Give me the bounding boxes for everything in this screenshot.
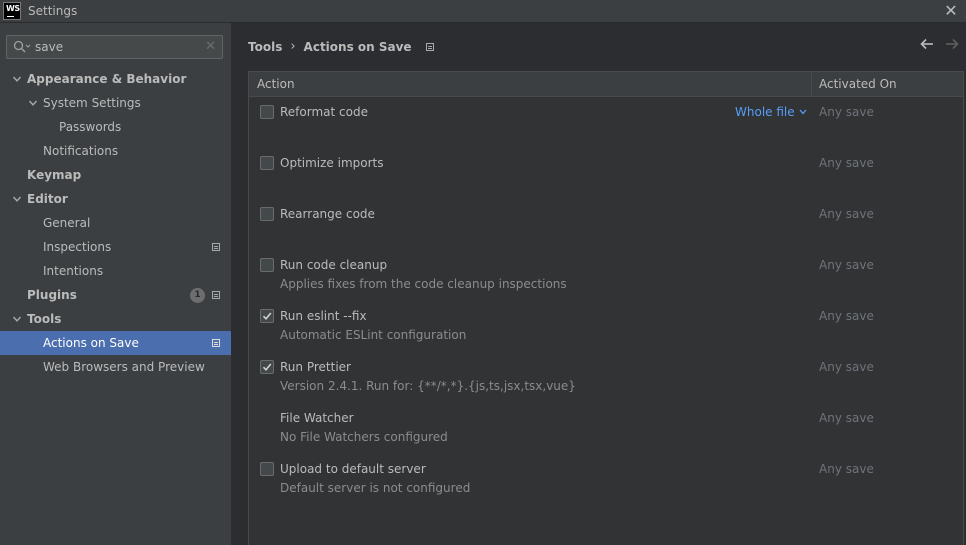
activated-on-value[interactable]: Any save <box>819 360 874 374</box>
sidebar-item-label: Plugins <box>27 288 77 302</box>
table-row: Run Prettier Version 2.4.1. Run for: {**/… <box>249 352 963 403</box>
sidebar-item-label: Appearance & Behavior <box>27 72 187 86</box>
action-title[interactable]: Rearrange code <box>280 207 375 221</box>
page-icon <box>212 339 220 347</box>
title-bar: WS Settings ✕ <box>0 0 966 23</box>
table-row: File Watcher No File Watchers configured A… <box>249 403 963 454</box>
arrow-right-icon[interactable] <box>945 38 959 53</box>
sidebar-item-appearance-behavior[interactable]: Appearance & Behavior <box>0 67 231 91</box>
sidebar-item-passwords[interactable]: Passwords <box>0 115 231 139</box>
activated-on-value[interactable]: Any save <box>819 258 874 272</box>
sidebar-item-label: General <box>43 216 91 230</box>
action-description: Applies fixes from the code cleanup insp… <box>280 277 567 291</box>
activated-on-value[interactable]: Any save <box>819 462 874 476</box>
search-icon <box>13 40 31 54</box>
checkbox-reformat-code[interactable] <box>260 105 274 119</box>
checkmark-icon <box>262 312 272 321</box>
sidebar-item-label: Tools <box>27 312 62 326</box>
checkbox-run-eslint-fix[interactable] <box>260 309 274 323</box>
actions-table: Action Activated On Reformat code Whole f… <box>248 71 964 545</box>
webstorm-logo-icon: WS <box>3 2 21 20</box>
sidebar-item-inspections[interactable]: Inspections <box>0 235 231 259</box>
table-row: Reformat code Whole file Any save <box>249 97 963 148</box>
page-icon <box>212 291 220 299</box>
action-description: Automatic ESLint configuration <box>280 328 467 342</box>
breadcrumb: Tools › Actions on Save <box>248 39 434 54</box>
sidebar-item-label: Keymap <box>27 168 82 182</box>
breadcrumb-parent[interactable]: Tools <box>248 40 282 54</box>
sidebar-item-tools[interactable]: Tools <box>0 307 231 331</box>
sidebar-item-keymap[interactable]: Keymap <box>0 163 231 187</box>
action-description: No File Watchers configured <box>280 430 448 444</box>
sidebar-item-label: Editor <box>27 192 68 206</box>
chevron-down-icon[interactable] <box>12 74 22 84</box>
breadcrumb-current: Actions on Save <box>303 39 412 54</box>
clear-icon[interactable]: ✕ <box>205 40 216 54</box>
activated-on-value[interactable]: Any save <box>819 411 874 425</box>
sidebar-item-label: System Settings <box>43 96 141 110</box>
action-title: File Watcher <box>280 411 354 425</box>
activated-on-value[interactable]: Any save <box>819 105 874 119</box>
scope-label: Whole file <box>735 105 795 119</box>
action-title[interactable]: Run eslint --fix <box>280 309 367 323</box>
settings-sidebar: ✕ Appearance & Behavior System Settings Pa… <box>0 23 231 545</box>
sidebar-item-system-settings[interactable]: System Settings <box>0 91 231 115</box>
column-header-action[interactable]: Action <box>249 72 812 96</box>
table-row: Upload to default server Default server i… <box>249 454 963 505</box>
checkbox-rearrange-code[interactable] <box>260 207 274 221</box>
arrow-left-icon[interactable] <box>920 38 934 53</box>
checkbox-run-prettier[interactable] <box>260 360 274 374</box>
update-count-badge: 1 <box>190 288 205 303</box>
activated-on-value[interactable]: Any save <box>819 309 874 323</box>
action-title[interactable]: Run Prettier <box>280 360 351 374</box>
column-header-activated-on[interactable]: Activated On <box>812 72 963 96</box>
sidebar-item-plugins[interactable]: Plugins 1 <box>0 283 231 307</box>
scope-dropdown[interactable]: Whole file <box>735 105 807 119</box>
page-icon <box>425 42 434 51</box>
search-input[interactable] <box>35 40 195 54</box>
sidebar-item-actions-on-save[interactable]: Actions on Save <box>0 331 231 355</box>
settings-tree: Appearance & Behavior System Settings Pass… <box>0 67 231 379</box>
sidebar-item-general[interactable]: General <box>0 211 231 235</box>
table-row: Optimize imports Any save <box>249 148 963 199</box>
checkbox-optimize-imports[interactable] <box>260 156 274 170</box>
close-icon[interactable]: ✕ <box>942 2 960 20</box>
sidebar-item-notifications[interactable]: Notifications <box>0 139 231 163</box>
action-title[interactable]: Upload to default server <box>280 462 426 476</box>
sidebar-item-label: Intentions <box>43 264 104 278</box>
table-row: Run eslint --fix Automatic ESLint configu… <box>249 301 963 352</box>
activated-on-value[interactable]: Any save <box>819 156 874 170</box>
activated-on-value[interactable]: Any save <box>819 207 874 221</box>
action-title[interactable]: Reformat code <box>280 105 368 119</box>
breadcrumb-separator: › <box>290 39 296 54</box>
checkmark-icon <box>262 363 272 372</box>
action-title[interactable]: Optimize imports <box>280 156 384 170</box>
table-header: Action Activated On <box>249 72 963 97</box>
sidebar-item-label: Notifications <box>43 144 119 158</box>
action-description: Default server is not configured <box>280 481 471 495</box>
checkbox-run-code-cleanup[interactable] <box>260 258 274 272</box>
chevron-down-icon[interactable] <box>12 194 22 204</box>
chevron-down-icon[interactable] <box>28 98 38 108</box>
checkbox-upload-to-default-server[interactable] <box>260 462 274 476</box>
sidebar-item-label: Actions on Save <box>43 336 139 350</box>
sidebar-item-intentions[interactable]: Intentions <box>0 259 231 283</box>
search-box[interactable]: ✕ <box>6 35 223 59</box>
sidebar-item-label: Web Browsers and Preview <box>43 360 205 374</box>
action-description: Version 2.4.1. Run for: {**/*,*}.{js,ts,… <box>280 379 576 393</box>
page-icon <box>212 243 220 251</box>
window-title: Settings <box>28 4 78 18</box>
main-panel: Tools › Actions on Save Action Activated… <box>231 23 966 545</box>
sidebar-item-web-browsers-and-preview[interactable]: Web Browsers and Preview <box>0 355 231 379</box>
sidebar-item-editor[interactable]: Editor <box>0 187 231 211</box>
table-row: Run code cleanup Applies fixes from the c… <box>249 250 963 301</box>
chevron-down-icon <box>799 108 807 118</box>
table-row: Rearrange code Any save <box>249 199 963 250</box>
table-body: Reformat code Whole file Any save Optimize … <box>249 97 963 505</box>
sidebar-item-label: Passwords <box>59 120 122 134</box>
chevron-down-icon[interactable] <box>12 314 22 324</box>
action-title[interactable]: Run code cleanup <box>280 258 387 272</box>
sidebar-item-label: Inspections <box>43 240 112 254</box>
